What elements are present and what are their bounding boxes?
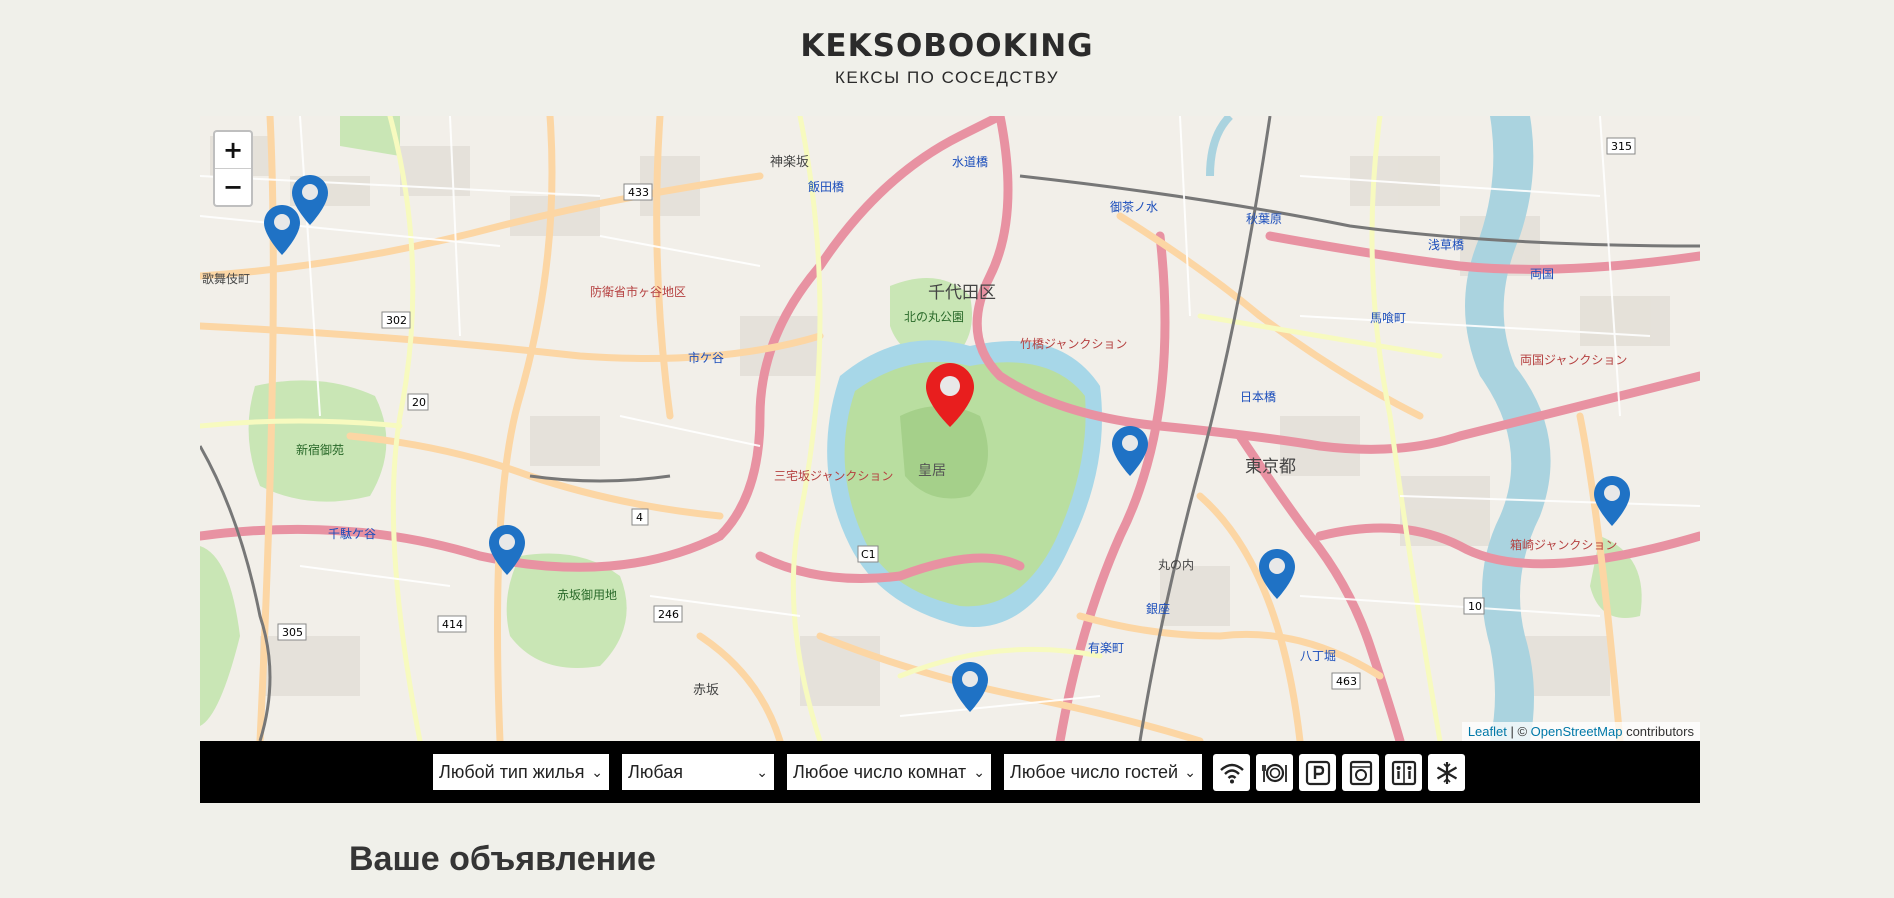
svg-text:歌舞伎町: 歌舞伎町 [202, 271, 250, 286]
price-value: Любая [628, 762, 683, 782]
svg-text:竹橋ジャンクション: 竹橋ジャンクション [1020, 337, 1127, 351]
map-filters: Любой тип жилья ⌄ Любая ⌄ Любое число ко… [200, 741, 1700, 803]
dishwasher-icon [1261, 763, 1287, 782]
price-select[interactable]: Любая ⌄ [622, 754, 774, 790]
guests-value: Любое число гостей [1010, 762, 1179, 782]
features-group [1213, 754, 1471, 791]
feature-elevator[interactable] [1385, 754, 1422, 791]
parking-icon [1305, 760, 1330, 785]
attribution-separator: | © [1506, 724, 1531, 739]
svg-text:302: 302 [386, 314, 407, 327]
guests-select[interactable]: Любое число гостей ⌄ [1004, 754, 1202, 790]
svg-text:両国ジャンクション: 両国ジャンクション [1520, 353, 1627, 367]
svg-text:皇居: 皇居 [918, 463, 946, 479]
svg-text:浅草橋: 浅草橋 [1428, 238, 1464, 252]
chevron-down-icon: ⌄ [1184, 764, 1196, 780]
svg-text:305: 305 [282, 626, 303, 639]
svg-text:三宅坂ジャンクション: 三宅坂ジャンクション [774, 468, 893, 483]
logo: KEKSOBOOKING [800, 28, 1094, 64]
svg-text:神楽坂: 神楽坂 [770, 154, 809, 170]
housing-type-select[interactable]: Любой тип жилья ⌄ [433, 754, 609, 790]
notice-title: Ваше объявление [349, 840, 656, 878]
wifi-icon [1219, 763, 1244, 783]
svg-text:赤坂御用地: 赤坂御用地 [557, 587, 617, 602]
chevron-down-icon: ⌄ [756, 764, 768, 780]
map-tiles: 千代田区 東京都 神楽坂 飯田橋 水道橋 御茶ノ水 秋葉原 浅草橋 両国 馬喰町… [200, 116, 1700, 741]
svg-text:日本橋: 日本橋 [1240, 390, 1276, 404]
map-pin-icon[interactable] [951, 661, 989, 713]
svg-text:市ケ谷: 市ケ谷 [688, 350, 724, 365]
svg-text:両国: 両国 [1530, 267, 1554, 281]
feature-parking[interactable] [1299, 754, 1336, 791]
osm-link[interactable]: OpenStreetMap [1531, 724, 1623, 739]
feature-wifi[interactable] [1213, 754, 1250, 791]
svg-text:433: 433 [628, 186, 649, 199]
svg-text:防衛省市ヶ谷地区: 防衛省市ヶ谷地区 [590, 284, 686, 299]
svg-text:八丁堀: 八丁堀 [1300, 648, 1336, 663]
tagline: КЕКСЫ ПО СОСЕДСТВУ [834, 68, 1060, 87]
map-pin-icon[interactable] [1258, 548, 1296, 600]
feature-dishwasher[interactable] [1256, 754, 1293, 791]
svg-text:463: 463 [1336, 675, 1357, 688]
zoom-control: + − [213, 130, 253, 207]
chevron-down-icon: ⌄ [973, 764, 985, 780]
svg-text:箱崎ジャンクション: 箱崎ジャンクション [1510, 537, 1617, 552]
svg-text:馬喰町: 馬喰町 [1370, 310, 1406, 325]
svg-text:C1: C1 [861, 548, 876, 561]
washer-icon [1349, 760, 1372, 785]
rooms-value: Любое число комнат [793, 762, 967, 782]
svg-text:有楽町: 有楽町 [1088, 641, 1124, 655]
svg-text:千駄ケ谷: 千駄ケ谷 [328, 526, 376, 541]
svg-text:20: 20 [412, 396, 426, 409]
svg-text:新宿御苑: 新宿御苑 [296, 442, 344, 457]
svg-text:丸の内: 丸の内 [1158, 558, 1194, 572]
feature-washer[interactable] [1342, 754, 1379, 791]
zoom-in-button[interactable]: + [215, 132, 251, 168]
svg-text:銀座: 銀座 [1146, 601, 1170, 616]
main-pin-icon[interactable] [925, 362, 975, 428]
svg-text:千代田区: 千代田区 [928, 283, 996, 303]
map-attribution: Leaflet | © OpenStreetMap contributors [1461, 722, 1700, 741]
feature-conditioner[interactable] [1428, 754, 1465, 791]
svg-text:水道橋: 水道橋 [952, 155, 988, 169]
map-pin-icon[interactable] [488, 524, 526, 576]
svg-text:315: 315 [1611, 140, 1632, 153]
header: KEKSOBOOKING КЕКСЫ ПО СОСЕДСТВУ [0, 26, 1894, 88]
svg-text:246: 246 [658, 608, 679, 621]
svg-text:北の丸公園: 北の丸公園 [904, 310, 964, 324]
map-pin-icon[interactable] [1111, 425, 1149, 477]
svg-text:東京都: 東京都 [1245, 457, 1296, 477]
attribution-suffix: contributors [1622, 724, 1694, 739]
conditioner-icon [1436, 761, 1457, 784]
leaflet-link[interactable]: Leaflet [1468, 724, 1507, 739]
zoom-out-button[interactable]: − [215, 168, 251, 205]
svg-text:御茶ノ水: 御茶ノ水 [1110, 199, 1158, 214]
svg-text:4: 4 [636, 511, 643, 524]
svg-text:414: 414 [442, 618, 463, 631]
svg-text:秋葉原: 秋葉原 [1246, 212, 1282, 226]
elevator-icon [1391, 760, 1416, 785]
svg-text:赤坂: 赤坂 [693, 683, 719, 698]
map-pin-icon[interactable] [263, 204, 301, 256]
housing-type-value: Любой тип жилья [439, 762, 585, 782]
svg-text:飯田橋: 飯田橋 [808, 179, 844, 194]
svg-text:10: 10 [1468, 600, 1482, 613]
map[interactable]: 千代田区 東京都 神楽坂 飯田橋 水道橋 御茶ノ水 秋葉原 浅草橋 両国 馬喰町… [200, 116, 1700, 741]
rooms-select[interactable]: Любое число комнат ⌄ [787, 754, 991, 790]
map-pin-icon[interactable] [1593, 475, 1631, 527]
chevron-down-icon: ⌄ [591, 764, 603, 780]
